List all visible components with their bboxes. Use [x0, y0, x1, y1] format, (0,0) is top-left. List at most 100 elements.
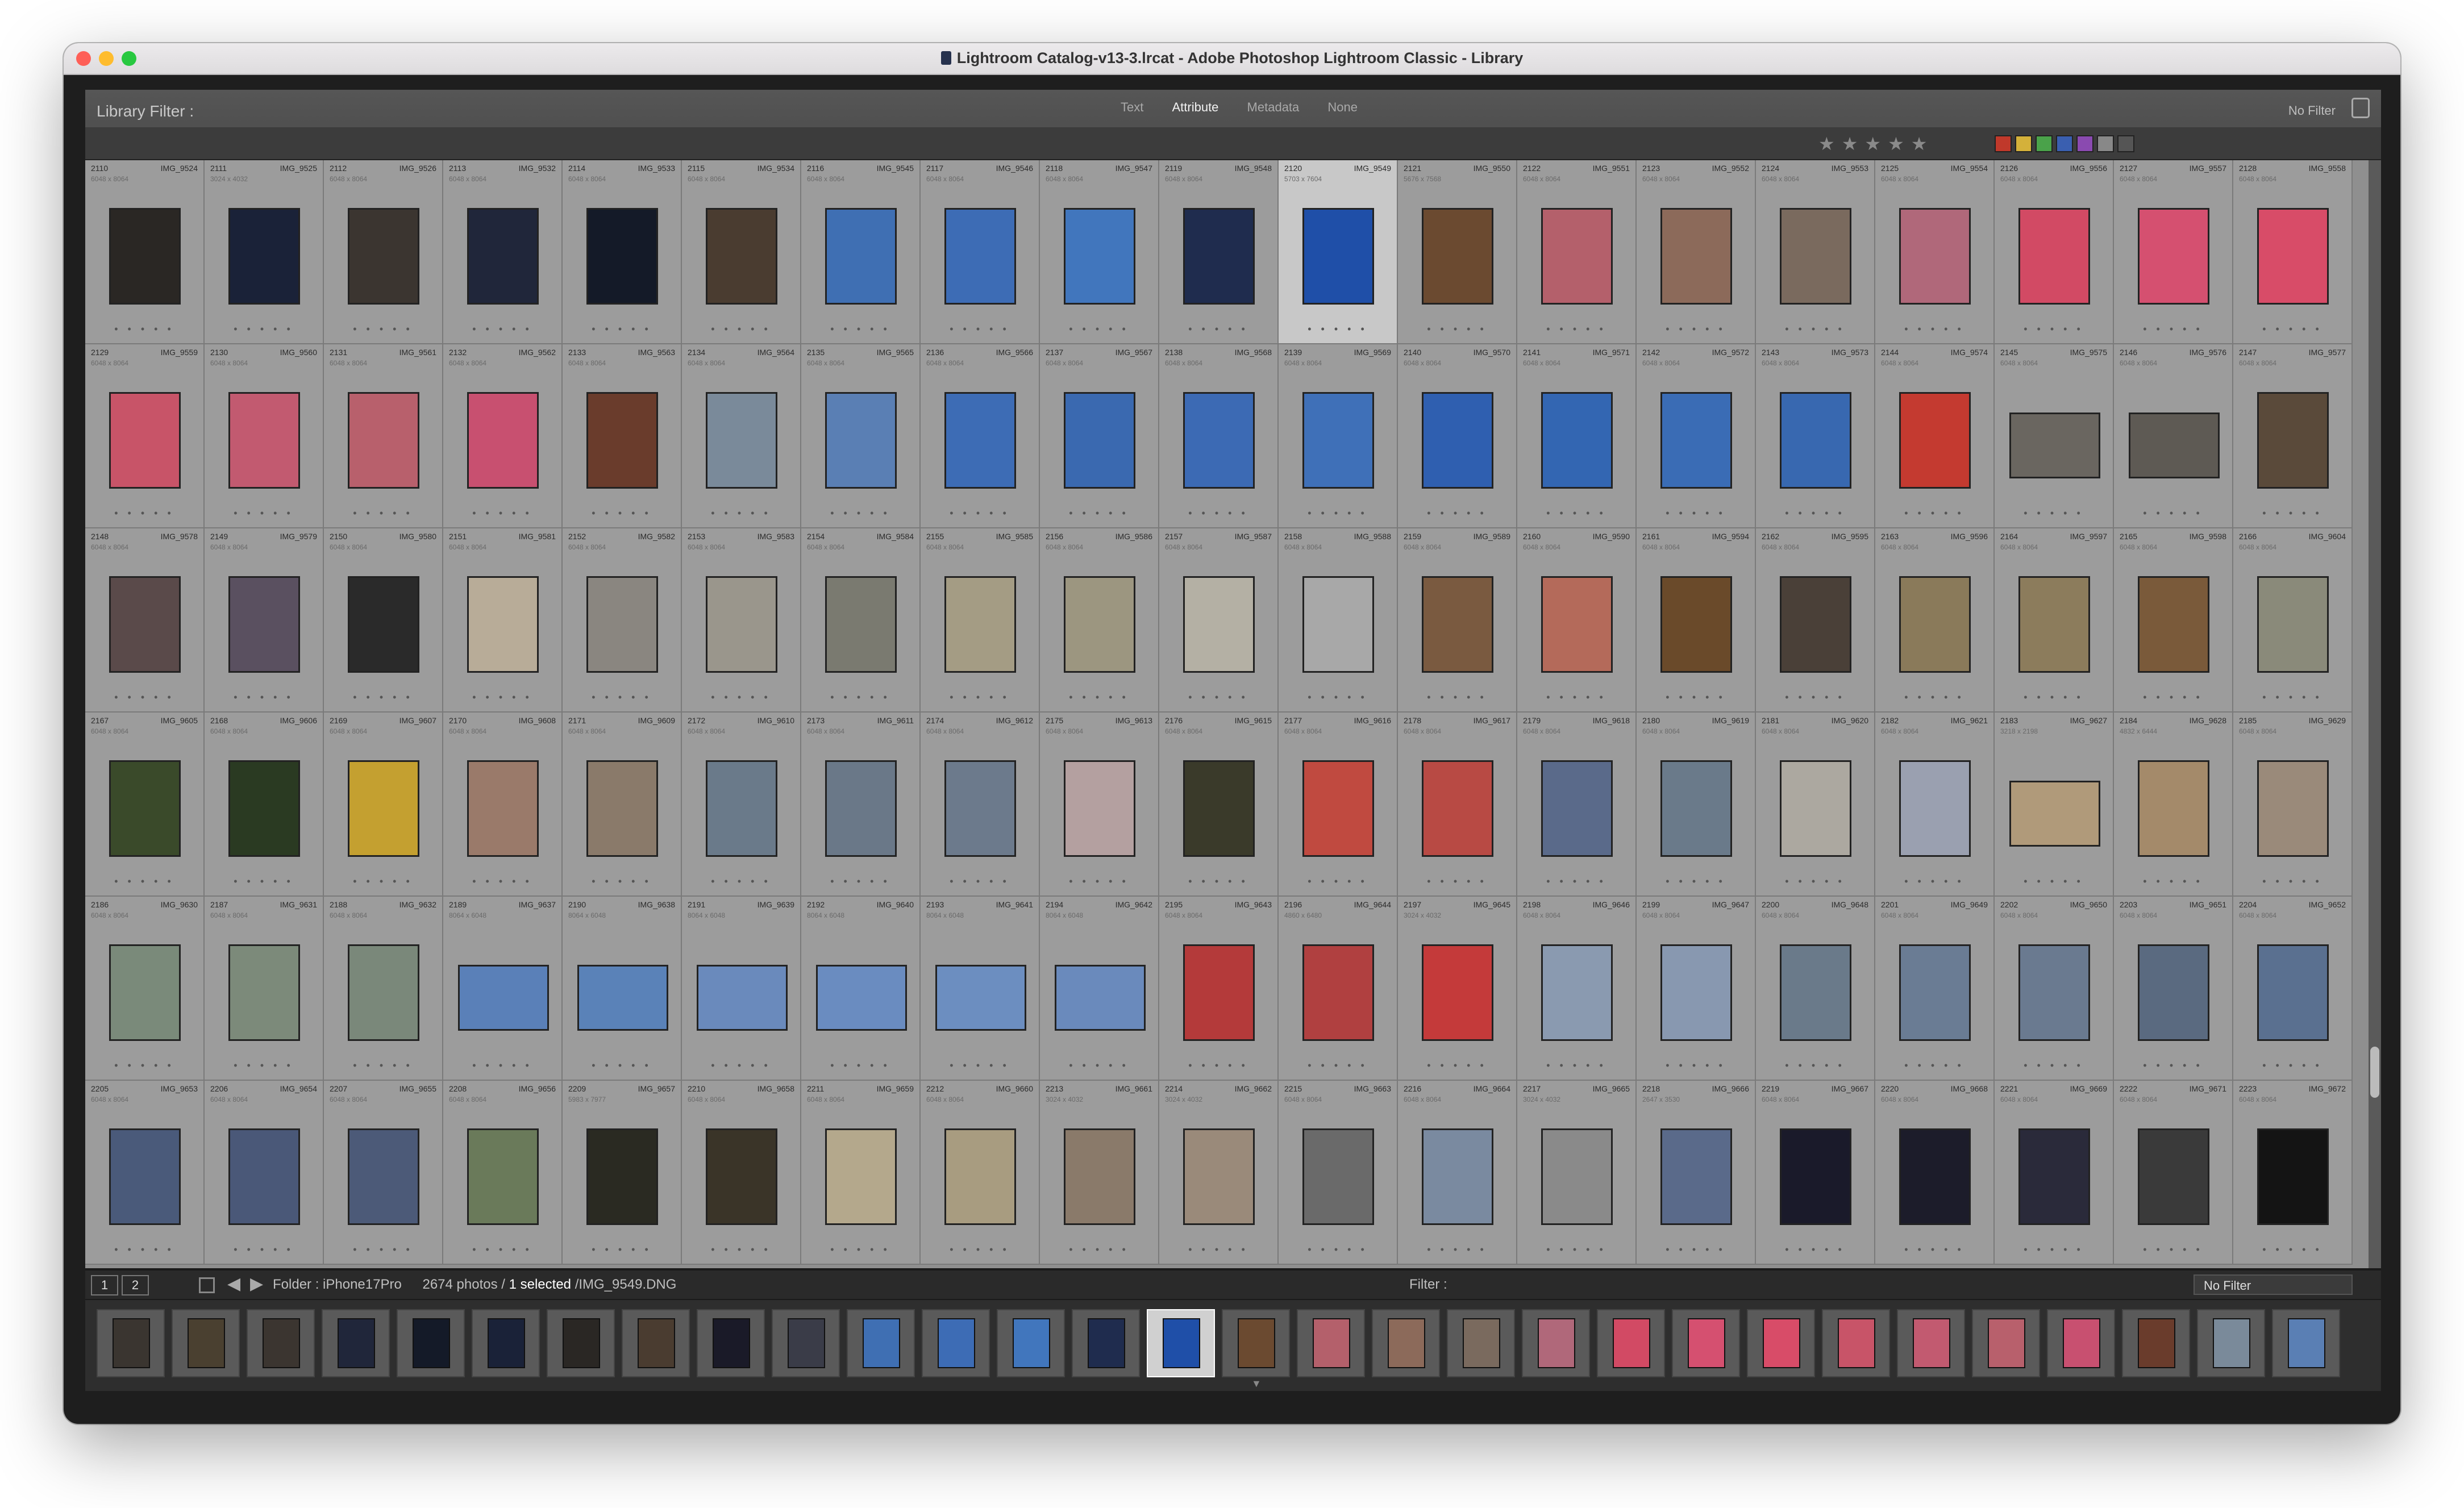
- rating-dots[interactable]: • • • • •: [443, 507, 561, 519]
- rating-dots[interactable]: • • • • •: [2233, 507, 2351, 519]
- rating-dots[interactable]: • • • • •: [443, 323, 561, 335]
- grid-cell[interactable]: 2142 IMG_9572 6048 x 8064 • • • • •: [1637, 344, 1756, 528]
- grid-cell[interactable]: 2123 IMG_9552 6048 x 8064 • • • • •: [1637, 160, 1756, 344]
- rating-dots[interactable]: • • • • •: [1756, 876, 1874, 888]
- grid-cell[interactable]: 2129 IMG_9559 6048 x 8064 • • • • •: [85, 344, 205, 528]
- rating-dots[interactable]: • • • • •: [563, 507, 681, 519]
- expand-panel-arrow-icon[interactable]: ▼: [1251, 1378, 1262, 1390]
- no-label-chip[interactable]: [2117, 135, 2134, 152]
- photo-thumbnail[interactable]: [2138, 760, 2209, 857]
- photo-thumbnail[interactable]: [1660, 944, 1732, 1041]
- rating-dots[interactable]: • • • • •: [921, 876, 1039, 888]
- rating-dots[interactable]: • • • • •: [801, 1244, 919, 1256]
- grid-cell[interactable]: 2183 IMG_9627 3218 x 2198 • • • • •: [1995, 713, 2114, 897]
- photo-thumbnail[interactable]: [825, 208, 897, 305]
- rating-dots[interactable]: • • • • •: [1040, 1060, 1158, 1072]
- grid-cell[interactable]: 2147 IMG_9577 6048 x 8064 • • • • •: [2233, 344, 2353, 528]
- rating-dots[interactable]: • • • • •: [563, 1244, 681, 1256]
- photo-thumbnail[interactable]: [228, 1128, 300, 1225]
- rating-dots[interactable]: • • • • •: [1756, 507, 1874, 519]
- rating-dots[interactable]: • • • • •: [1040, 691, 1158, 703]
- grid-cell[interactable]: 2115 IMG_9534 6048 x 8064 • • • • •: [682, 160, 801, 344]
- yellow-label-chip[interactable]: [2015, 135, 2032, 152]
- filmstrip-thumbnail[interactable]: [247, 1309, 315, 1377]
- grid-cell[interactable]: 2146 IMG_9576 6048 x 8064 • • • • •: [2114, 344, 2233, 528]
- photo-thumbnail[interactable]: [1541, 208, 1613, 305]
- rating-dots[interactable]: • • • • •: [1637, 1060, 1755, 1072]
- photo-thumbnail[interactable]: [467, 208, 539, 305]
- grid-cell[interactable]: 2137 IMG_9567 6048 x 8064 • • • • •: [1040, 344, 1159, 528]
- rating-dots[interactable]: • • • • •: [1995, 1244, 2113, 1256]
- grid-cell[interactable]: 2188 IMG_9632 6048 x 8064 • • • • •: [324, 897, 443, 1081]
- grid-cell[interactable]: 2194 IMG_9642 8064 x 6048 • • • • •: [1040, 897, 1159, 1081]
- filmstrip-thumbnail[interactable]: [472, 1309, 540, 1377]
- filmstrip-thumbnail[interactable]: [1372, 1309, 1440, 1377]
- photo-thumbnail[interactable]: [109, 1128, 181, 1225]
- rating-dots[interactable]: • • • • •: [2233, 323, 2351, 335]
- photo-thumbnail[interactable]: [1183, 576, 1255, 673]
- grid-cell[interactable]: 2200 IMG_9648 6048 x 8064 • • • • •: [1756, 897, 1875, 1081]
- photo-thumbnail[interactable]: [706, 576, 777, 673]
- filmstrip-thumbnail[interactable]: [1297, 1309, 1365, 1377]
- custom-label-chip[interactable]: [2097, 135, 2114, 152]
- rating-dots[interactable]: • • • • •: [563, 691, 681, 703]
- photo-thumbnail[interactable]: [2018, 1128, 2090, 1225]
- filmstrip-thumbnail[interactable]: [922, 1309, 990, 1377]
- rating-dots[interactable]: • • • • •: [1875, 323, 1993, 335]
- grid-cell[interactable]: 2153 IMG_9583 6048 x 8064 • • • • •: [682, 528, 801, 713]
- grid-cell[interactable]: 2201 IMG_9649 6048 x 8064 • • • • •: [1875, 897, 1995, 1081]
- photo-thumbnail[interactable]: [467, 760, 539, 857]
- grid-cell[interactable]: 2149 IMG_9579 6048 x 8064 • • • • •: [205, 528, 324, 713]
- photo-thumbnail[interactable]: [1541, 1128, 1613, 1225]
- photo-thumbnail[interactable]: [348, 760, 419, 857]
- photo-thumbnail[interactable]: [1302, 208, 1374, 305]
- rating-dots[interactable]: • • • • •: [682, 1244, 800, 1256]
- rating-dots[interactable]: • • • • •: [443, 1060, 561, 1072]
- grid-cell[interactable]: 2213 IMG_9661 3024 x 4032 • • • • •: [1040, 1081, 1159, 1265]
- photo-thumbnail[interactable]: [1422, 760, 1493, 857]
- filmstrip-thumbnail[interactable]: [2197, 1309, 2265, 1377]
- photo-thumbnail[interactable]: [825, 576, 897, 673]
- folder-label[interactable]: Folder : iPhone17Pro: [273, 1277, 402, 1292]
- rating-dots[interactable]: • • • • •: [85, 876, 203, 888]
- grid-cell[interactable]: 2116 IMG_9545 6048 x 8064 • • • • •: [801, 160, 921, 344]
- rating-dots[interactable]: • • • • •: [2233, 691, 2351, 703]
- grid-cell[interactable]: 2155 IMG_9585 6048 x 8064 • • • • •: [921, 528, 1040, 713]
- rating-dots[interactable]: • • • • •: [85, 691, 203, 703]
- rating-dots[interactable]: • • • • •: [1517, 876, 1635, 888]
- grid-cell[interactable]: 2141 IMG_9571 6048 x 8064 • • • • •: [1517, 344, 1637, 528]
- photo-thumbnail[interactable]: [1183, 1128, 1255, 1225]
- grid-cell[interactable]: 2197 IMG_9645 3024 x 4032 • • • • •: [1398, 897, 1517, 1081]
- rating-dots[interactable]: • • • • •: [1756, 691, 1874, 703]
- photo-thumbnail[interactable]: [1899, 208, 1971, 305]
- rating-dots[interactable]: • • • • •: [1040, 323, 1158, 335]
- photo-thumbnail[interactable]: [467, 576, 539, 673]
- grid-cell[interactable]: 2125 IMG_9554 6048 x 8064 • • • • •: [1875, 160, 1995, 344]
- grid-cell[interactable]: 2191 IMG_9639 8064 x 6048 • • • • •: [682, 897, 801, 1081]
- rating-dots[interactable]: • • • • •: [205, 1244, 323, 1256]
- grid-cell[interactable]: 2114 IMG_9533 6048 x 8064 • • • • •: [563, 160, 682, 344]
- rating-dots[interactable]: • • • • •: [2233, 1060, 2351, 1072]
- filmstrip-thumbnail[interactable]: [1147, 1309, 1215, 1377]
- rating-dots[interactable]: • • • • •: [443, 1244, 561, 1256]
- grid-cell[interactable]: 2219 IMG_9667 6048 x 8064 • • • • •: [1756, 1081, 1875, 1265]
- grid-cell[interactable]: 2163 IMG_9596 6048 x 8064 • • • • •: [1875, 528, 1995, 713]
- rating-dots[interactable]: • • • • •: [1040, 507, 1158, 519]
- grid-cell[interactable]: 2158 IMG_9588 6048 x 8064 • • • • •: [1279, 528, 1398, 713]
- grid-cell[interactable]: 2170 IMG_9608 6048 x 8064 • • • • •: [443, 713, 563, 897]
- photo-thumbnail[interactable]: [109, 760, 181, 857]
- photo-thumbnail[interactable]: [944, 392, 1016, 489]
- photo-thumbnail[interactable]: [1780, 944, 1851, 1041]
- photo-thumbnail[interactable]: [1780, 1128, 1851, 1225]
- photo-thumbnail[interactable]: [1302, 760, 1374, 857]
- photo-thumbnail[interactable]: [944, 208, 1016, 305]
- photo-thumbnail[interactable]: [467, 392, 539, 489]
- photo-thumbnail[interactable]: [944, 576, 1016, 673]
- filmstrip-thumbnail[interactable]: [2272, 1309, 2340, 1377]
- rating-dots[interactable]: • • • • •: [1159, 507, 1277, 519]
- rating-dots[interactable]: • • • • •: [1159, 876, 1277, 888]
- photo-thumbnail[interactable]: [348, 1128, 419, 1225]
- rating-dots[interactable]: • • • • •: [2114, 507, 2232, 519]
- photo-thumbnail[interactable]: [586, 392, 658, 489]
- rating-dots[interactable]: • • • • •: [1756, 323, 1874, 335]
